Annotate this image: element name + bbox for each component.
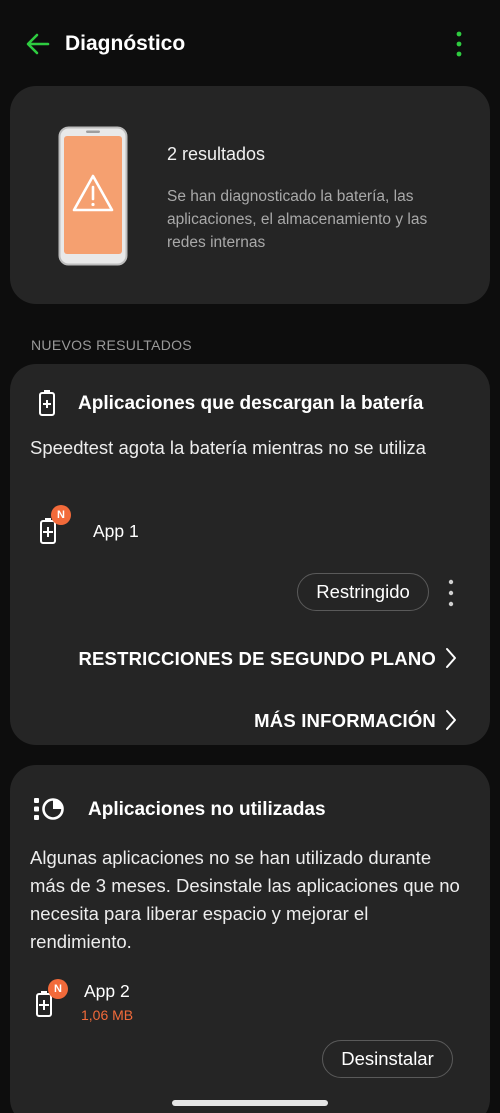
battery-card-body: Speedtest agota la batería mientras no s…	[30, 437, 426, 458]
restricted-button[interactable]: Restringido	[297, 573, 429, 611]
more-vert-icon[interactable]	[443, 577, 459, 609]
summary-description: Se han diagnosticado la batería, las apl…	[167, 188, 428, 251]
unused-apps-card: Aplicaciones no utilizadas Algunas aplic…	[10, 765, 490, 1113]
arrow-left-icon	[26, 33, 50, 55]
app-name: App 1	[93, 521, 139, 541]
page-title: Diagnóstico	[65, 32, 186, 55]
phone-warning-icon	[58, 126, 128, 266]
new-badge: N	[48, 979, 68, 999]
unused-card-body: Algunas aplicaciones no se han utilizado…	[30, 847, 460, 952]
uninstall-button[interactable]: Desinstalar	[322, 1040, 453, 1078]
chevron-right-icon	[446, 648, 456, 668]
battery-drain-card: Aplicaciones que descargan la batería Sp…	[10, 364, 490, 745]
more-options-button[interactable]	[447, 28, 471, 60]
back-button[interactable]	[22, 28, 54, 60]
new-badge: N	[51, 505, 71, 525]
app-bar: Diagnóstico	[0, 0, 500, 88]
home-indicator[interactable]	[172, 1100, 328, 1106]
unused-card-title: Aplicaciones no utilizadas	[88, 799, 326, 820]
more-info-link[interactable]: MÁS INFORMACIÓN	[254, 710, 436, 732]
app-size: 1,06 MB	[81, 1007, 134, 1023]
section-label: NUEVOS RESULTADOS	[31, 337, 192, 353]
background-restrictions-link[interactable]: RESTRICCIONES DE SEGUNDO PLANO	[78, 648, 436, 670]
battery-card-title: Aplicaciones que descargan la batería	[78, 393, 424, 414]
results-count: 2 resultados	[167, 144, 266, 164]
more-vert-icon	[456, 31, 462, 57]
unused-apps-icon	[34, 798, 64, 820]
app-name: App 2	[84, 981, 130, 1001]
diagnosis-summary-card: 2 resultados Se han diagnosticado la bat…	[10, 86, 490, 304]
battery-plus-icon	[39, 390, 55, 416]
chevron-right-icon	[446, 710, 456, 730]
